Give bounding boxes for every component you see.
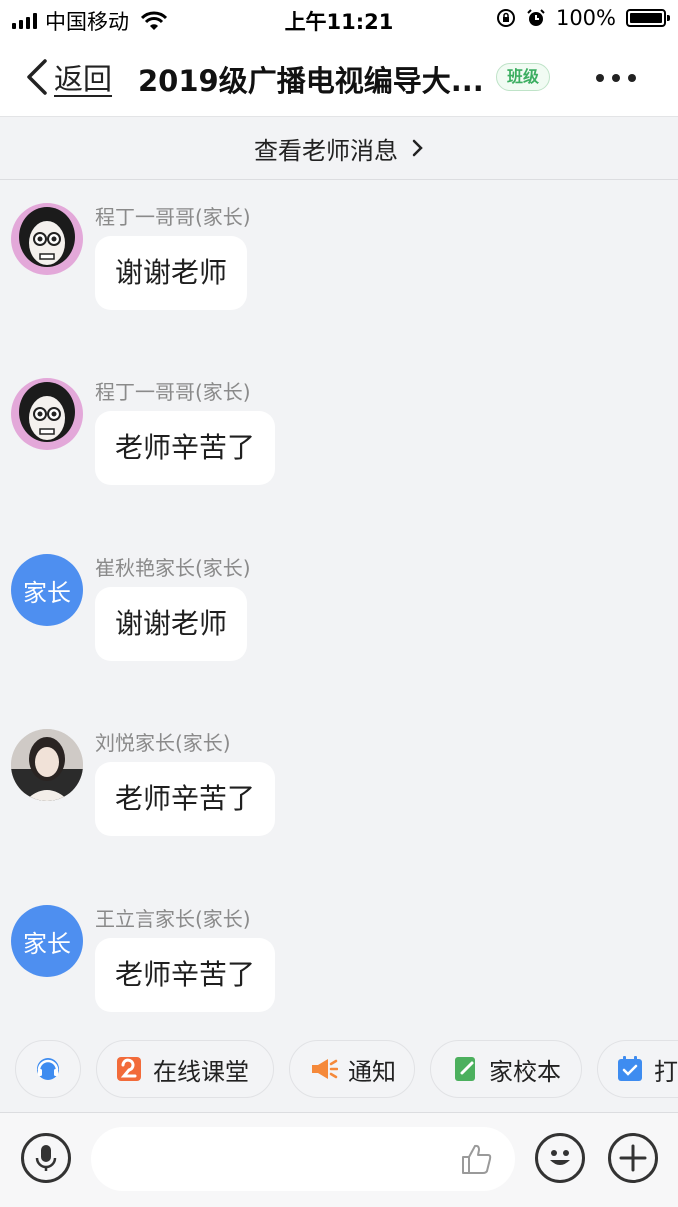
quick-action-label: 打 [654, 1057, 678, 1086]
status-right: 100% [496, 6, 670, 30]
more-button[interactable] [596, 74, 636, 82]
battery-percent: 100% [555, 6, 616, 30]
quick-action-bar: 在线课堂 通知 家校本 打 [0, 1036, 678, 1106]
message-item: 家长 崔秋艳家长(家长) 谢谢老师 [0, 532, 678, 682]
more-dot-icon [596, 74, 604, 82]
message-item: 刘悦家长(家长) 老师辛苦了 [0, 707, 678, 857]
message-item: 程丁一哥哥(家长) 老师辛苦了 [0, 356, 678, 506]
class-badge: 班级 [496, 63, 551, 91]
teacher-messages-label: 查看老师消息 [254, 136, 398, 165]
back-button[interactable]: 返回 [26, 56, 112, 98]
headset-icon [37, 1058, 59, 1080]
sender-name: 王立言家长(家长) [95, 907, 251, 931]
input-bar [0, 1112, 678, 1207]
online-class-icon [117, 1057, 141, 1081]
add-button[interactable] [608, 1133, 658, 1183]
thumbs-up-icon[interactable] [459, 1141, 495, 1177]
battery-icon [626, 9, 670, 27]
page-title: 2019级广播电视编导大... [138, 64, 484, 98]
cartoon-face-icon [13, 205, 81, 273]
alarm-icon [527, 9, 545, 26]
avatar[interactable] [11, 203, 83, 275]
rotation-lock-icon [496, 9, 515, 27]
avatar[interactable] [11, 729, 83, 801]
message-bubble[interactable]: 老师辛苦了 [95, 938, 276, 1012]
avatar[interactable]: 家长 [11, 554, 83, 626]
message-bubble[interactable]: 老师辛苦了 [95, 411, 276, 485]
message-input[interactable] [91, 1127, 515, 1191]
status-bar: 中国移动 上午11:21 100% [0, 0, 678, 38]
message-bubble[interactable]: 谢谢老师 [95, 587, 248, 661]
user-photo-icon [11, 729, 83, 801]
quick-action-checkin[interactable]: 打 [597, 1040, 678, 1098]
quick-action-homework[interactable]: 家校本 [430, 1040, 582, 1098]
sender-name: 刘悦家长(家长) [95, 731, 231, 755]
cartoon-face-icon [13, 380, 81, 448]
message-bubble[interactable]: 老师辛苦了 [95, 762, 276, 836]
megaphone-icon [312, 1059, 338, 1079]
notebook-icon [455, 1057, 475, 1081]
more-dot-icon [612, 74, 620, 82]
quick-action-notice[interactable]: 通知 [289, 1040, 415, 1098]
view-teacher-messages[interactable]: 查看老师消息 [0, 117, 678, 180]
back-label: 返回 [54, 62, 113, 96]
message-item: 程丁一哥哥(家长) 谢谢老师 [0, 181, 678, 331]
avatar[interactable] [11, 378, 83, 450]
quick-action-label: 家校本 [489, 1057, 561, 1086]
message-bubble[interactable]: 谢谢老师 [95, 236, 248, 310]
quick-action-label: 在线课堂 [153, 1057, 249, 1086]
chevron-left-icon [27, 59, 47, 95]
sender-name: 程丁一哥哥(家长) [95, 205, 251, 229]
nav-bar: 返回 2019级广播电视编导大... 班级 [0, 38, 678, 117]
sender-name: 程丁一哥哥(家长) [95, 380, 251, 404]
voice-button[interactable] [21, 1133, 71, 1183]
sender-name: 崔秋艳家长(家长) [95, 556, 251, 580]
more-dot-icon [628, 74, 636, 82]
emoji-button[interactable] [535, 1133, 585, 1183]
plus-icon [619, 1144, 647, 1172]
microphone-icon [35, 1145, 57, 1171]
chevron-right-icon [412, 139, 423, 157]
quick-action-online-class[interactable]: 在线课堂 [96, 1040, 274, 1098]
smiley-icon [550, 1150, 570, 1165]
checkin-calendar-icon [618, 1056, 642, 1081]
avatar[interactable]: 家长 [11, 905, 83, 977]
customer-service-button[interactable] [15, 1040, 81, 1098]
quick-action-label: 通知 [348, 1057, 396, 1086]
message-item: 家长 王立言家长(家长) 老师辛苦了 [0, 883, 678, 1033]
